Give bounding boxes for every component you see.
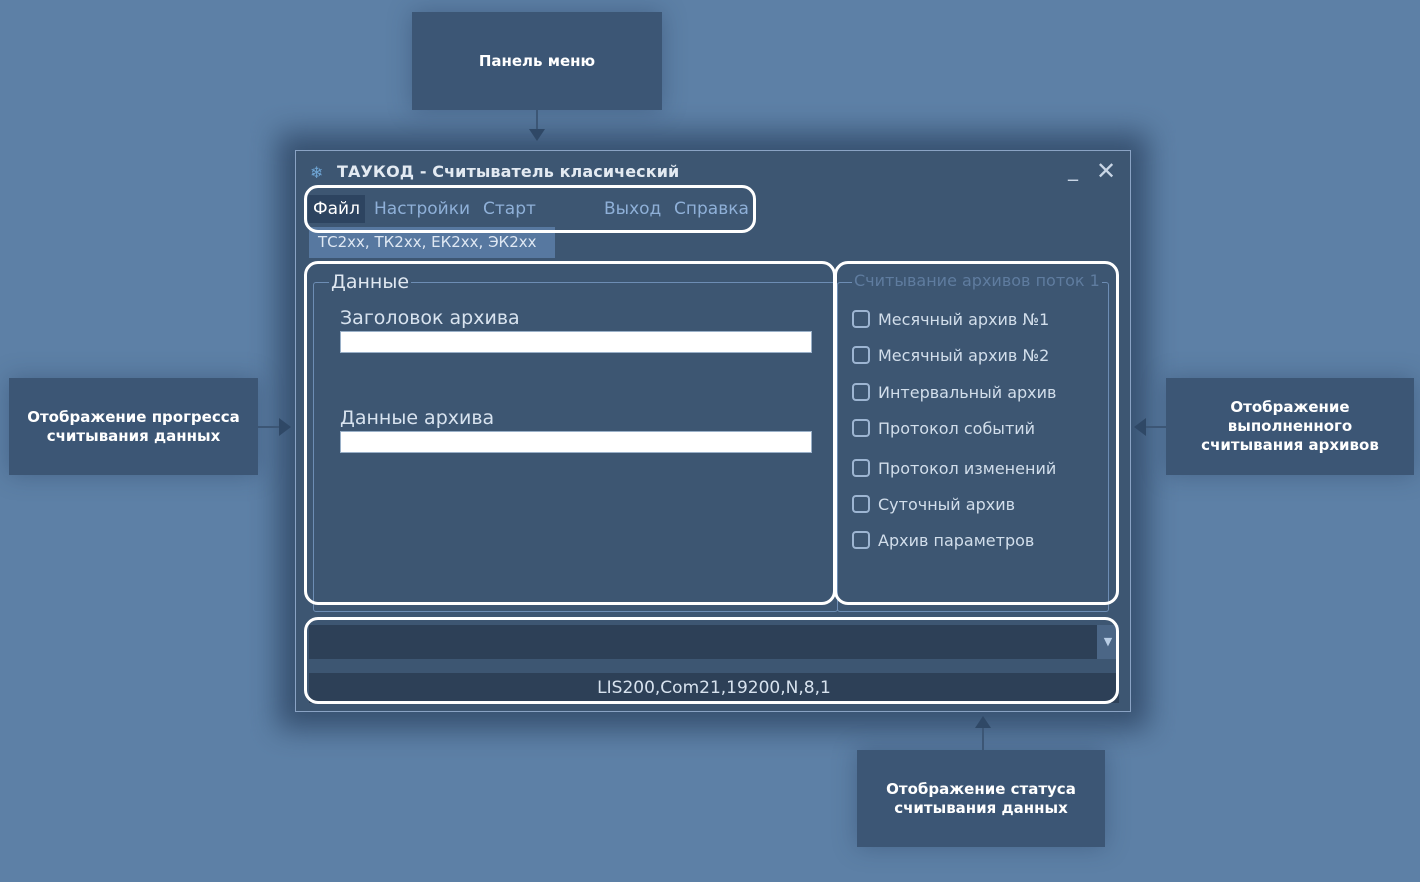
close-button[interactable]: ✕ — [1096, 157, 1116, 185]
arrow-line — [982, 728, 984, 750]
status-line: LIS200,Com21,19200,N,8,1 — [309, 673, 1119, 703]
callout-archives-done-text: Отображение выполненного считывания архи… — [1201, 398, 1379, 454]
checkbox-box[interactable] — [852, 531, 870, 549]
checkbox-label: Месячный архив №2 — [878, 345, 1050, 365]
checkbox-label: Месячный архив №1 — [878, 309, 1050, 329]
callout-status-text: Отображение статуса считывания данных — [886, 779, 1076, 817]
checkbox-change-log[interactable]: Протокол изменений — [852, 455, 1056, 481]
archives-group: Считывание архивов поток 1 Месячный архи… — [837, 271, 1109, 612]
callout-status: Отображение статуса считывания данных — [857, 750, 1105, 847]
checkbox-box[interactable] — [852, 310, 870, 328]
title-bar: ❄ ТАУКОД - Считыватель класический _ ✕ — [296, 151, 1130, 191]
checkbox-box[interactable] — [852, 346, 870, 364]
checkbox-daily-archive[interactable]: Суточный архив — [852, 491, 1015, 517]
checkbox-monthly-archive-1[interactable]: Месячный архив №1 — [852, 306, 1049, 332]
menu-file[interactable]: Файл — [308, 195, 365, 223]
checkbox-label: Интервальный архив — [878, 382, 1057, 402]
minimize-button[interactable]: _ — [1068, 155, 1078, 183]
data-group-title: Данные — [329, 271, 412, 293]
menu-help[interactable]: Справка — [669, 195, 754, 223]
checkbox-box[interactable] — [852, 419, 870, 437]
arrow-down-icon — [529, 129, 545, 141]
archive-data-progress — [340, 431, 812, 453]
archives-group-title: Считывание архивов поток 1 — [852, 271, 1102, 290]
checkbox-label: Архив параметров — [878, 530, 1035, 550]
app-window: ❄ ТАУКОД - Считыватель класический _ ✕ Ф… — [295, 150, 1131, 712]
menu-exit[interactable]: Выход — [599, 195, 666, 223]
status-combo[interactable]: ▼ — [309, 625, 1119, 659]
checkbox-box[interactable] — [852, 459, 870, 477]
snowflake-icon: ❄ — [310, 163, 324, 182]
checkbox-box[interactable] — [852, 383, 870, 401]
menu-start[interactable]: Старт — [478, 195, 541, 223]
arrow-line — [258, 426, 280, 428]
checkbox-label: Суточный архив — [878, 494, 1016, 514]
window-title: ТАУКОД - Считыватель класический — [337, 162, 680, 181]
archive-header-label: Заголовок архива — [340, 307, 520, 329]
checkbox-event-log[interactable]: Протокол событий — [852, 415, 1035, 441]
arrow-left-icon — [1134, 418, 1146, 436]
arrow-line — [536, 110, 538, 130]
data-group: Данные Заголовок архива Данные архива — [313, 271, 838, 612]
arrow-up-icon — [975, 716, 991, 728]
menu-settings[interactable]: Настройки — [369, 195, 475, 223]
archive-data-label: Данные архива — [340, 407, 495, 429]
device-tab[interactable]: ТС2хх, ТК2хх, ЕК2хх, ЭК2хх — [309, 227, 555, 258]
checkbox-parameters-archive[interactable]: Архив параметров — [852, 527, 1034, 553]
checkbox-label: Протокол изменений — [878, 458, 1057, 478]
callout-menu-panel: Панель меню — [412, 12, 662, 110]
menu-bar: Файл Настройки Старт Выход Справка — [308, 195, 749, 223]
checkbox-monthly-archive-2[interactable]: Месячный архив №2 — [852, 342, 1049, 368]
callout-progress: Отображение прогресса считывания данных — [9, 378, 258, 475]
checkbox-interval-archive[interactable]: Интервальный архив — [852, 379, 1056, 405]
callout-progress-text: Отображение прогресса считывания данных — [27, 407, 240, 445]
archive-header-progress — [340, 331, 812, 353]
checkbox-label: Протокол событий — [878, 418, 1036, 438]
arrow-line — [1146, 426, 1166, 428]
chevron-down-icon[interactable]: ▼ — [1097, 625, 1119, 659]
checkbox-box[interactable] — [852, 495, 870, 513]
arrow-right-icon — [279, 418, 291, 436]
callout-archives-done: Отображение выполненного считывания архи… — [1166, 378, 1414, 475]
callout-menu-panel-text: Панель меню — [478, 51, 596, 70]
